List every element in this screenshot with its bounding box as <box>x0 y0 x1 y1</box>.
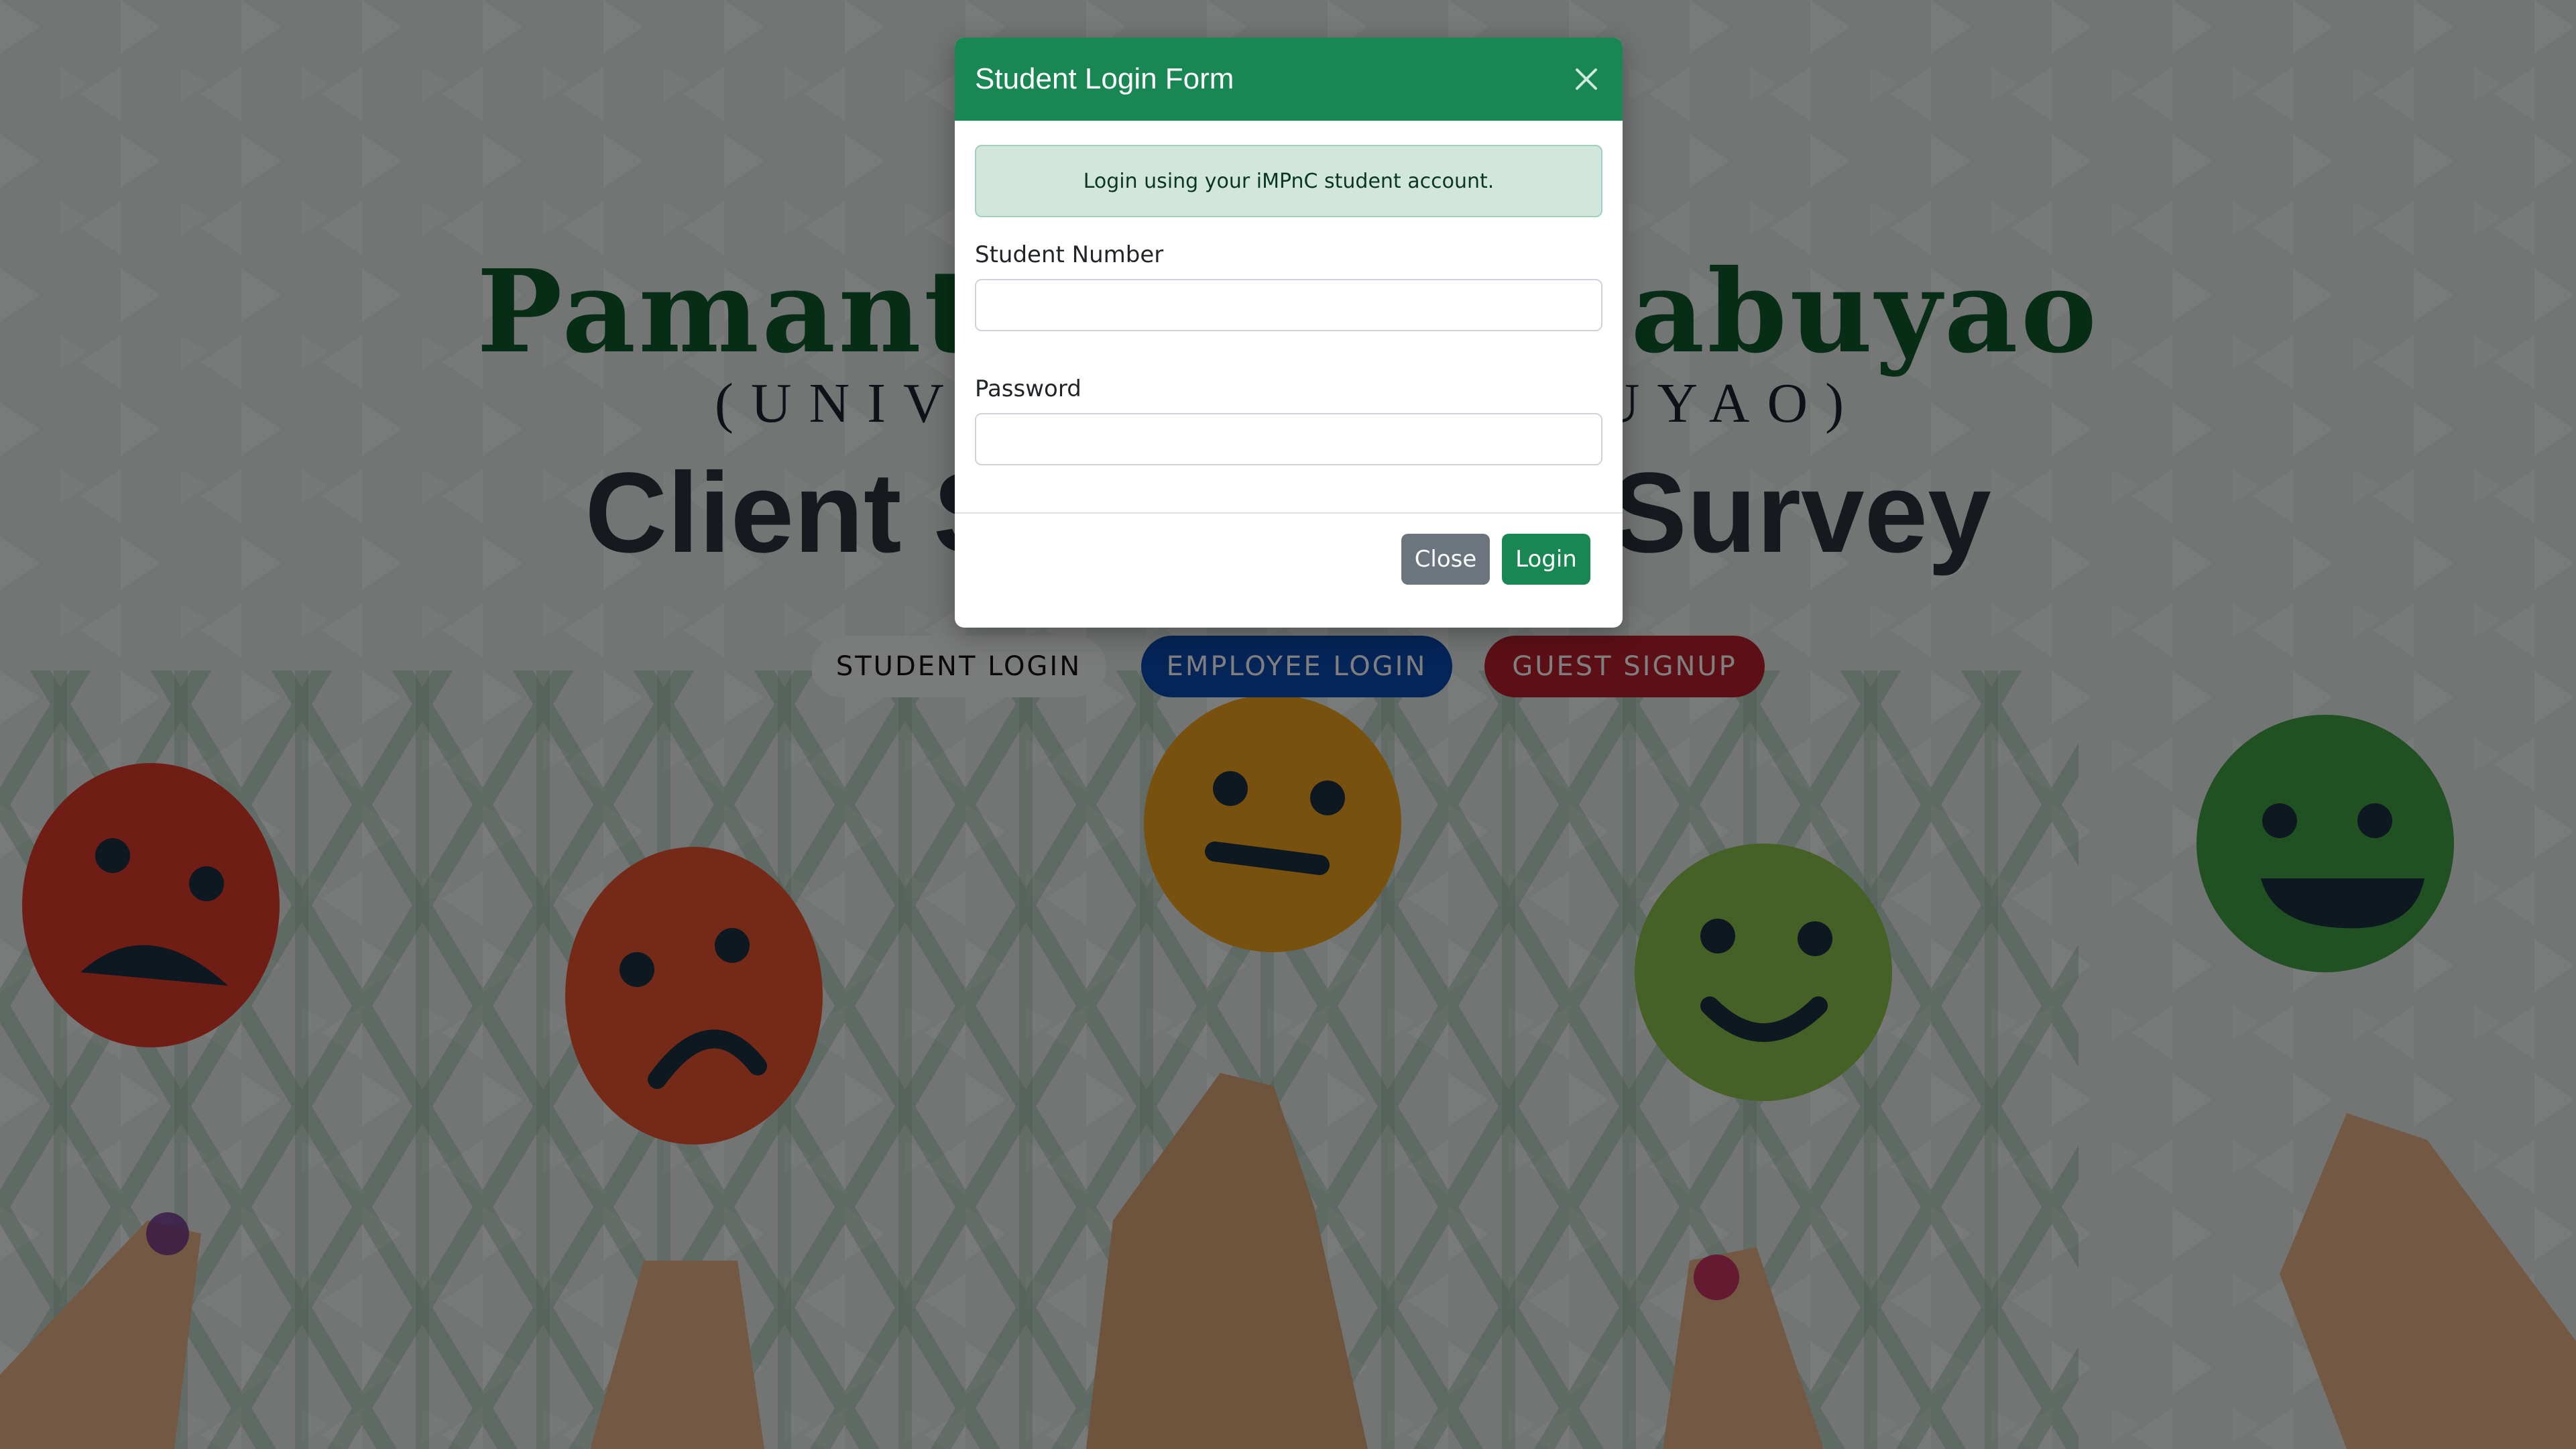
close-button[interactable]: Close <box>1401 534 1490 585</box>
password-input[interactable] <box>975 413 1602 465</box>
student-login-modal: Student Login Form Login using your iMPn… <box>955 38 1623 628</box>
modal-header: Student Login Form <box>955 38 1623 121</box>
info-alert: Login using your iMPnC student account. <box>975 145 1602 217</box>
modal-body: Login using your iMPnC student account. … <box>955 121 1623 465</box>
modal-title: Student Login Form <box>975 62 1234 95</box>
password-label: Password <box>975 375 1081 402</box>
student-number-input[interactable] <box>975 279 1602 331</box>
close-icon[interactable] <box>1570 63 1602 95</box>
modal-footer: Close Login <box>955 512 1623 628</box>
login-button[interactable]: Login <box>1502 534 1590 585</box>
student-number-label: Student Number <box>975 241 1164 268</box>
